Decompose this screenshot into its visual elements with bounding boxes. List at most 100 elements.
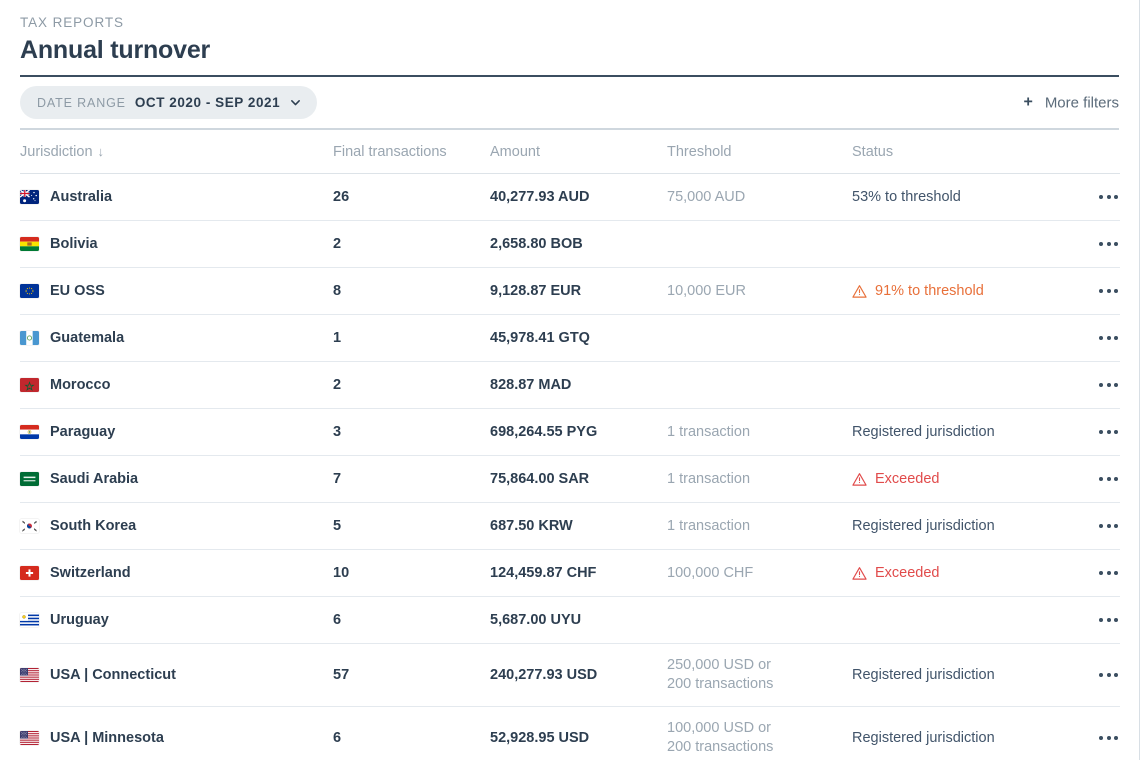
amount-value: 240,277.93 USD bbox=[490, 667, 598, 683]
annual-turnover-page: TAX REPORTS Annual turnover DATE RANGE O… bbox=[0, 0, 1140, 760]
amount-value: 698,264.55 PYG bbox=[490, 424, 598, 440]
column-header-threshold[interactable]: Threshold bbox=[667, 130, 852, 174]
cell-amount: 240,277.93 USD bbox=[490, 644, 667, 707]
flag-icon-ma bbox=[20, 378, 39, 392]
date-range-filter[interactable]: DATE RANGE OCT 2020 - SEP 2021 bbox=[20, 86, 318, 119]
cell-final-transactions: 6 bbox=[333, 597, 490, 644]
more-filters-button[interactable]: + More filters bbox=[1023, 94, 1119, 111]
amount-value: 52,928.95 USD bbox=[490, 730, 590, 746]
threshold-value: 100,000 USD or 200 transactions bbox=[667, 720, 774, 755]
table-row[interactable]: Guatemala 1 45,978.41 GTQ bbox=[20, 315, 1120, 362]
page-header: TAX REPORTS Annual turnover bbox=[0, 0, 1139, 67]
status-badge: Exceeded bbox=[852, 471, 1061, 487]
table-row[interactable]: Saudi Arabia 7 75,864.00 SAR 1 transaction E… bbox=[20, 456, 1120, 503]
table-row[interactable]: Uruguay 6 5,687.00 UYU bbox=[20, 597, 1120, 644]
final-transactions-value: 57 bbox=[333, 667, 350, 683]
cell-amount: 45,978.41 GTQ bbox=[490, 315, 667, 362]
table-row[interactable]: Paraguay 3 698,264.55 PYG 1 transaction Regi… bbox=[20, 409, 1120, 456]
filter-bar: DATE RANGE OCT 2020 - SEP 2021 + More fi… bbox=[0, 77, 1139, 128]
jurisdiction-name: USA | Minnesota bbox=[50, 730, 164, 746]
row-actions-kebab-icon[interactable] bbox=[1061, 430, 1120, 434]
threshold-value: 1 transaction bbox=[667, 423, 751, 440]
flag-icon-bo bbox=[20, 237, 39, 251]
cell-final-transactions: 57 bbox=[333, 644, 490, 707]
table-row[interactable]: Bolivia 2 2,658.80 BOB bbox=[20, 221, 1120, 268]
cell-status bbox=[852, 362, 1061, 409]
final-transactions-value: 26 bbox=[333, 189, 350, 205]
flag-icon-us bbox=[20, 668, 39, 682]
jurisdiction-name: USA | Connecticut bbox=[50, 667, 176, 683]
status-label: Registered jurisdiction bbox=[852, 518, 995, 534]
cell-actions bbox=[1061, 362, 1120, 409]
status-badge: Registered jurisdiction bbox=[852, 424, 1061, 440]
table-row[interactable]: Switzerland 10 124,459.87 CHF 100,000 CHF Ex… bbox=[20, 550, 1120, 597]
row-actions-kebab-icon[interactable] bbox=[1061, 477, 1120, 481]
date-range-value: OCT 2020 - SEP 2021 bbox=[134, 95, 281, 110]
jurisdiction-name: Saudi Arabia bbox=[50, 471, 139, 487]
jurisdiction-name: Uruguay bbox=[50, 612, 109, 628]
cell-amount: 124,459.87 CHF bbox=[490, 550, 667, 597]
cell-actions bbox=[1061, 550, 1120, 597]
cell-amount: 75,864.00 SAR bbox=[490, 456, 667, 503]
cell-threshold bbox=[667, 362, 852, 409]
cell-threshold: 1 transaction bbox=[667, 456, 852, 503]
row-actions-kebab-icon[interactable] bbox=[1061, 336, 1120, 340]
column-header-final-transactions[interactable]: Final transactions bbox=[333, 130, 490, 174]
column-header-jurisdiction[interactable]: Jurisdiction ↓ bbox=[20, 130, 333, 174]
table-row[interactable]: South Korea 5 687.50 KRW 1 transaction Regis… bbox=[20, 503, 1120, 550]
cell-threshold bbox=[667, 315, 852, 362]
jurisdiction-name: South Korea bbox=[50, 518, 137, 534]
cell-amount: 9,128.87 EUR bbox=[490, 268, 667, 315]
row-actions-kebab-icon[interactable] bbox=[1061, 242, 1120, 246]
cell-final-transactions: 2 bbox=[333, 362, 490, 409]
row-actions-kebab-icon[interactable] bbox=[1061, 289, 1120, 293]
jurisdiction-name: Guatemala bbox=[50, 330, 125, 346]
page-title: Annual turnover bbox=[20, 36, 211, 64]
row-actions-kebab-icon[interactable] bbox=[1061, 618, 1120, 622]
table-head: Jurisdiction ↓ Final transactions Amount … bbox=[20, 130, 1120, 174]
column-header-amount[interactable]: Amount bbox=[490, 130, 667, 174]
status-label: Registered jurisdiction bbox=[852, 424, 995, 440]
cell-amount: 828.87 MAD bbox=[490, 362, 667, 409]
cell-final-transactions: 1 bbox=[333, 315, 490, 362]
status-label: 91% to threshold bbox=[875, 283, 984, 299]
flag-icon-sa bbox=[20, 472, 39, 486]
date-range-label: DATE RANGE bbox=[37, 95, 126, 110]
cell-amount: 52,928.95 USD bbox=[490, 707, 667, 760]
final-transactions-value: 10 bbox=[333, 565, 350, 581]
breadcrumb: TAX REPORTS bbox=[20, 15, 124, 30]
row-actions-kebab-icon[interactable] bbox=[1061, 195, 1120, 199]
status-badge: 91% to threshold bbox=[852, 283, 1061, 299]
cell-threshold: 1 transaction bbox=[667, 409, 852, 456]
final-transactions-value: 2 bbox=[333, 377, 342, 393]
row-actions-kebab-icon[interactable] bbox=[1061, 736, 1120, 740]
table-row[interactable]: EU OSS 8 9,128.87 EUR 10,000 EUR 91% to thre… bbox=[20, 268, 1120, 315]
threshold-value: 100,000 CHF bbox=[667, 564, 754, 581]
cell-final-transactions: 6 bbox=[333, 707, 490, 760]
amount-value: 5,687.00 UYU bbox=[490, 612, 582, 628]
flag-icon-gt bbox=[20, 331, 39, 345]
table-row[interactable]: Morocco 2 828.87 MAD bbox=[20, 362, 1120, 409]
row-actions-kebab-icon[interactable] bbox=[1061, 571, 1120, 575]
row-actions-kebab-icon[interactable] bbox=[1061, 524, 1120, 528]
threshold-value: 1 transaction bbox=[667, 470, 751, 487]
status-label: Exceeded bbox=[875, 471, 940, 487]
amount-value: 75,864.00 SAR bbox=[490, 471, 590, 487]
cell-jurisdiction: USA | Minnesota bbox=[20, 707, 333, 760]
amount-value: 124,459.87 CHF bbox=[490, 565, 597, 581]
row-actions-kebab-icon[interactable] bbox=[1061, 383, 1120, 387]
more-filters-label: More filters bbox=[1044, 94, 1119, 111]
cell-threshold: 10,000 EUR bbox=[667, 268, 852, 315]
final-transactions-value: 3 bbox=[333, 424, 342, 440]
table-row[interactable]: Australia 26 40,277.93 AUD 75,000 AUD 53% to… bbox=[20, 174, 1120, 221]
cell-threshold: 1 transaction bbox=[667, 503, 852, 550]
table-row[interactable]: USA | Minnesota 6 52,928.95 USD 100,000 USD… bbox=[20, 707, 1120, 760]
cell-actions bbox=[1061, 597, 1120, 644]
status-badge: Registered jurisdiction bbox=[852, 518, 1061, 534]
status-label: Registered jurisdiction bbox=[852, 667, 995, 683]
row-actions-kebab-icon[interactable] bbox=[1061, 673, 1120, 677]
cell-threshold: 75,000 AUD bbox=[667, 174, 852, 221]
column-header-status[interactable]: Status bbox=[852, 130, 1061, 174]
table-row[interactable]: USA | Connecticut 57 240,277.93 USD 250,000… bbox=[20, 644, 1120, 707]
cell-actions bbox=[1061, 268, 1120, 315]
